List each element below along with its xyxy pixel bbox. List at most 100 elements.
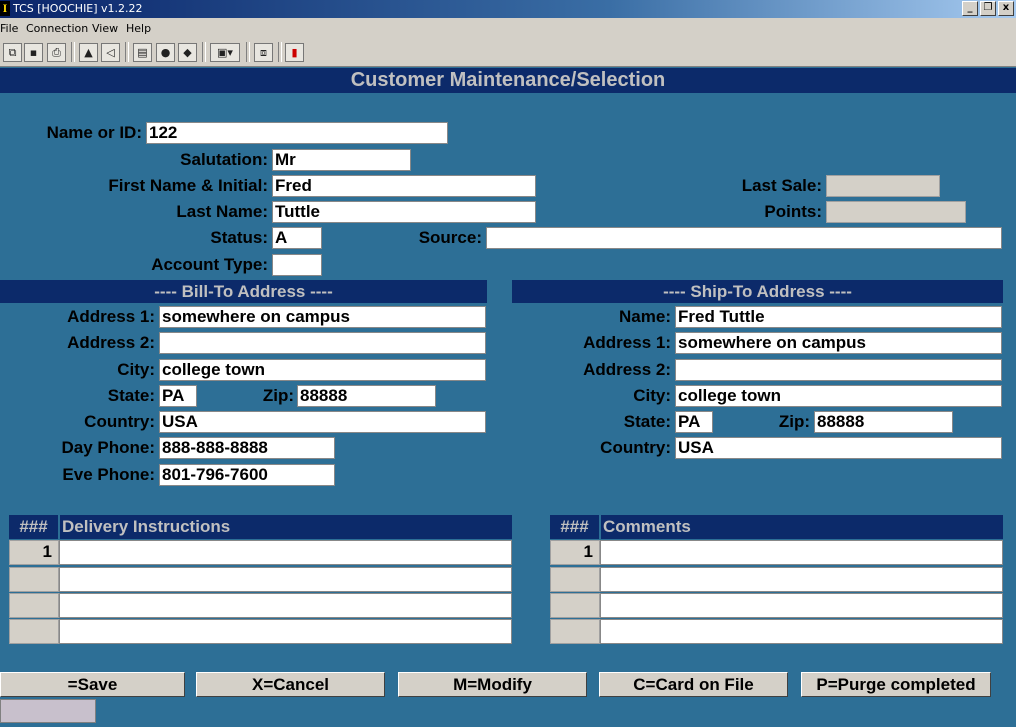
purge-completed-button[interactable]: P=Purge completed (801, 672, 991, 697)
comments-header: Comments (601, 515, 1003, 539)
cancel-button[interactable]: X=Cancel (196, 672, 385, 697)
menu-help[interactable]: Help (126, 22, 151, 35)
bill-address1-label: Address 1: (67, 307, 155, 326)
bill-state-input[interactable]: PA (159, 385, 197, 407)
ship-address2-input[interactable] (675, 359, 1002, 381)
comments-row-number: 1 (550, 540, 600, 565)
salutation-label: Salutation: (180, 150, 268, 169)
toolbar-separator (246, 42, 250, 62)
bill-zip-label: Zip: (262, 386, 294, 405)
menu-bar: File Connection View Help (0, 18, 1016, 38)
delivery-row-input[interactable] (59, 540, 512, 565)
day-phone-input[interactable]: 888-888-8888 (159, 437, 335, 459)
toolbar-separator (125, 42, 129, 62)
page-title: Customer Maintenance/Selection (0, 68, 1016, 93)
comments-row-number (550, 567, 600, 592)
monitor-icon[interactable]: ● (156, 43, 175, 62)
network-icon[interactable]: ⧈ (254, 43, 273, 62)
modify-button[interactable]: M=Modify (398, 672, 587, 697)
status-input[interactable]: A (272, 227, 322, 249)
delivery-row-number (9, 619, 59, 644)
delivery-row-number: 1 (9, 540, 59, 565)
print-icon[interactable]: ⎙ (47, 43, 66, 62)
last-sale-field (826, 175, 940, 197)
app-icon: I (0, 1, 10, 16)
delivery-row-input[interactable] (59, 593, 512, 618)
card-on-file-button[interactable]: C=Card on File (599, 672, 788, 697)
points-label: Points: (764, 202, 822, 221)
save-button[interactable]: =Save (0, 672, 185, 697)
bill-address1-input[interactable]: somewhere on campus (159, 306, 486, 328)
status-panel (0, 699, 96, 723)
book-icon[interactable]: ◆ (178, 43, 197, 62)
lock-icon[interactable]: ▲ (79, 43, 98, 62)
ship-to-header: ---- Ship-To Address ---- (512, 280, 1003, 303)
bill-state-label: State: (107, 386, 155, 405)
audio-icon[interactable]: ◁ (101, 43, 120, 62)
first-name-label: First Name & Initial: (108, 176, 268, 195)
ship-state-label: State: (623, 412, 671, 431)
bill-to-header: ---- Bill-To Address ---- (0, 280, 487, 303)
points-field (826, 201, 966, 223)
ship-zip-input[interactable]: 88888 (814, 411, 953, 433)
bill-zip-input[interactable]: 88888 (297, 385, 436, 407)
ship-city-label: City: (633, 386, 671, 405)
bill-country-label: Country: (84, 412, 155, 431)
ship-name-label: Name: (619, 307, 671, 326)
bill-country-input[interactable]: USA (159, 411, 486, 433)
delivery-row-input[interactable] (59, 619, 512, 644)
eve-phone-input[interactable]: 801-796-7600 (159, 464, 335, 486)
day-phone-label: Day Phone: (61, 438, 155, 457)
comments-num-header: ### (550, 515, 599, 539)
comments-row-input[interactable] (600, 619, 1003, 644)
comments-row-input[interactable] (600, 567, 1003, 592)
account-type-input[interactable] (272, 254, 322, 276)
title-bar: I TCS [HOOCHIE] v1.2.22 _ ❐ x (0, 0, 1016, 18)
ship-country-label: Country: (600, 438, 671, 457)
toolbar-separator (71, 42, 75, 62)
save-icon[interactable]: ▪ (24, 43, 43, 62)
new-icon[interactable]: ⧉ (3, 43, 22, 62)
last-name-input[interactable]: Tuttle (272, 201, 536, 223)
ship-address2-label: Address 2: (583, 360, 671, 379)
comments-row-input[interactable] (600, 593, 1003, 618)
delivery-row-number (9, 593, 59, 618)
comments-row-number (550, 619, 600, 644)
ship-address1-input[interactable]: somewhere on campus (675, 332, 1002, 354)
delivery-num-header: ### (9, 515, 58, 539)
ship-address1-label: Address 1: (583, 333, 671, 352)
name-or-id-input[interactable]: 122 (146, 122, 448, 144)
restore-button[interactable]: ❐ (980, 1, 996, 16)
delivery-row-input[interactable] (59, 567, 512, 592)
last-name-label: Last Name: (176, 202, 268, 221)
salutation-input[interactable]: Mr (272, 149, 411, 171)
minimize-button[interactable]: _ (962, 1, 978, 16)
status-label: Status: (210, 228, 268, 247)
comments-row-number (550, 593, 600, 618)
bill-address2-input[interactable] (159, 332, 486, 354)
ship-country-input[interactable]: USA (675, 437, 1002, 459)
bill-city-input[interactable]: college town (159, 359, 486, 381)
first-name-input[interactable]: Fred (272, 175, 536, 197)
source-input[interactable] (486, 227, 1002, 249)
close-button[interactable]: x (998, 1, 1014, 16)
delivery-row-number (9, 567, 59, 592)
ship-name-input[interactable]: Fred Tuttle (675, 306, 1002, 328)
menu-view[interactable]: View (92, 22, 118, 35)
ship-zip-label: Zip: (778, 412, 810, 431)
source-label: Source: (418, 228, 482, 247)
window-title: TCS [HOOCHIE] v1.2.22 (13, 2, 143, 15)
last-sale-label: Last Sale: (741, 176, 822, 195)
account-type-label: Account Type: (151, 255, 268, 274)
delivery-header: Delivery Instructions (60, 515, 512, 539)
menu-file[interactable]: File (0, 22, 18, 35)
toolbar-separator (202, 42, 206, 62)
chart-icon[interactable]: ▮ (285, 43, 304, 62)
menu-connection[interactable]: Connection (26, 22, 88, 35)
properties-icon[interactable]: ▤ (133, 43, 152, 62)
bill-city-label: City: (117, 360, 155, 379)
window-dropdown-icon[interactable]: ▣▾ (210, 43, 240, 62)
comments-row-input[interactable] (600, 540, 1003, 565)
ship-state-input[interactable]: PA (675, 411, 713, 433)
ship-city-input[interactable]: college town (675, 385, 1002, 407)
